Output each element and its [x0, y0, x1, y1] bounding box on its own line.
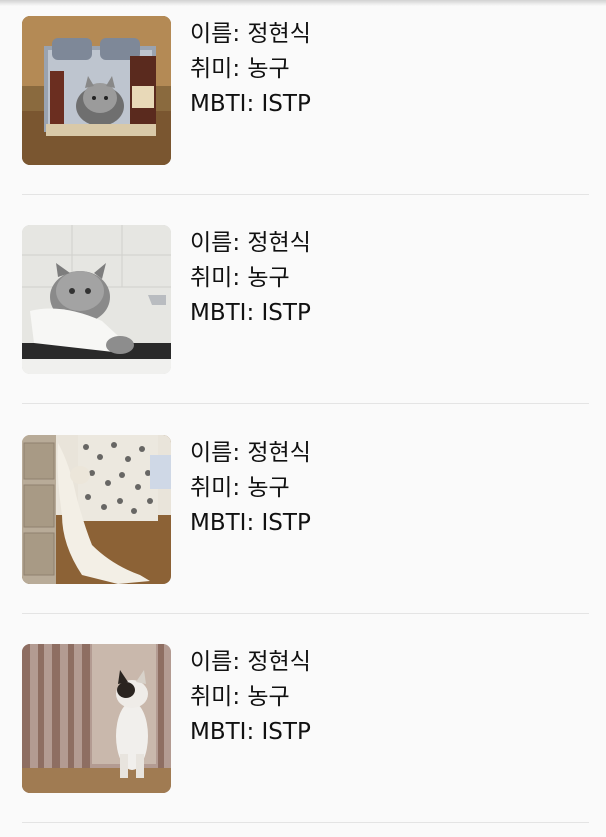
list-item[interactable]: 이름: 정현식 취미: 농구 MBTI: ISTP	[0, 628, 606, 837]
profile-photo	[22, 16, 171, 165]
profile-info: 이름: 정현식 취미: 농구 MBTI: ISTP	[190, 645, 311, 750]
name-text: 이름: 정현식	[190, 440, 311, 466]
profile-photo	[22, 225, 171, 374]
profile-photo	[22, 644, 171, 793]
divider	[22, 613, 589, 614]
list-item[interactable]: 이름: 정현식 취미: 농구 MBTI: ISTP	[0, 0, 606, 209]
profile-photo	[22, 435, 171, 584]
list-item[interactable]: 이름: 정현식 취미: 농구 MBTI: ISTP	[0, 419, 606, 628]
hobby-text: 취미: 농구	[190, 265, 290, 291]
profile-info: 이름: 정현식 취미: 농구 MBTI: ISTP	[190, 226, 311, 331]
name-text: 이름: 정현식	[190, 230, 311, 256]
hobby-text: 취미: 농구	[190, 684, 290, 710]
divider	[22, 403, 589, 404]
mbti-text: MBTI: ISTP	[190, 719, 311, 745]
profile-info: 이름: 정현식 취미: 농구 MBTI: ISTP	[190, 17, 311, 122]
mbti-text: MBTI: ISTP	[190, 91, 311, 117]
hobby-text: 취미: 농구	[190, 475, 290, 501]
hobby-text: 취미: 농구	[190, 56, 290, 82]
mbti-text: MBTI: ISTP	[190, 300, 311, 326]
list-item[interactable]: 이름: 정현식 취미: 농구 MBTI: ISTP	[0, 209, 606, 418]
profile-info: 이름: 정현식 취미: 농구 MBTI: ISTP	[190, 436, 311, 541]
name-text: 이름: 정현식	[190, 21, 311, 47]
mbti-text: MBTI: ISTP	[190, 510, 311, 536]
divider	[22, 822, 589, 823]
name-text: 이름: 정현식	[190, 649, 311, 675]
divider	[22, 194, 589, 195]
